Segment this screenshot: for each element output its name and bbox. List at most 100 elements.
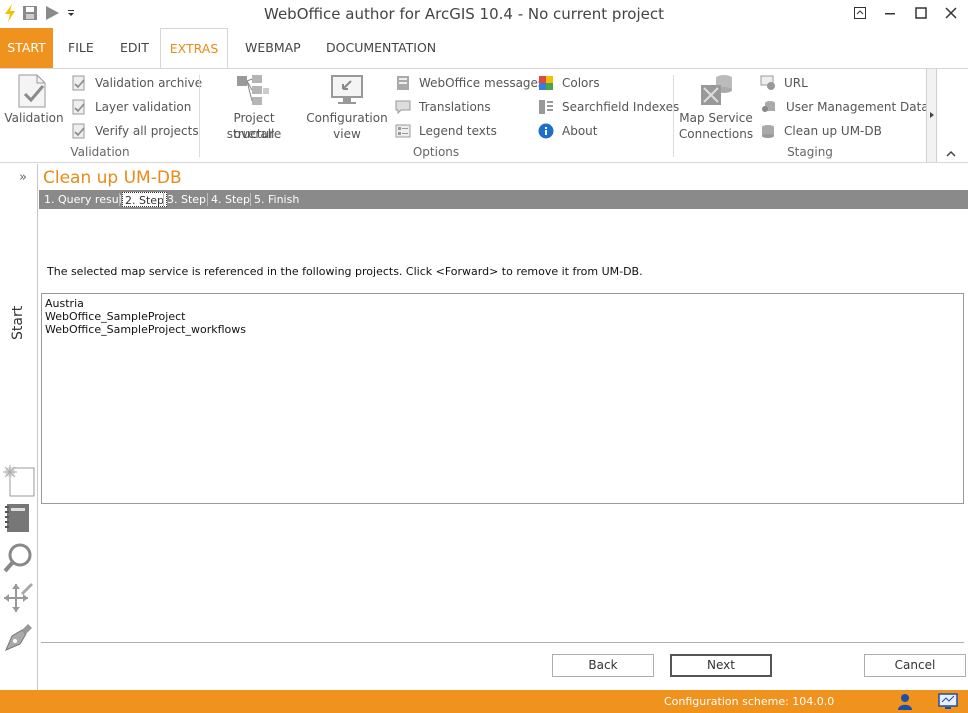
configuration-view-label-2: view bbox=[333, 127, 361, 141]
wizard-step-bar: 1. Query result 2. Step 3. Step 4. Step … bbox=[39, 190, 968, 209]
restore-ribbon-button[interactable] bbox=[845, 2, 875, 24]
collapse-ribbon-button[interactable] bbox=[942, 145, 960, 161]
verify-all-projects-item[interactable]: Verify all projects bbox=[71, 123, 199, 139]
tab-extras[interactable]: EXTRAS bbox=[160, 28, 228, 69]
ribbon: Validation Validation archive Layer vali… bbox=[0, 68, 968, 163]
colors-icon bbox=[538, 75, 554, 91]
sidebar-start-tab[interactable]: Start bbox=[8, 304, 28, 354]
step-2[interactable]: 2. Step bbox=[122, 192, 168, 207]
translations-item[interactable]: Translations bbox=[395, 99, 491, 115]
legend-texts-label: Legend texts bbox=[419, 124, 497, 138]
verify-all-projects-label: Verify all projects bbox=[95, 124, 199, 138]
cleanup-db-icon bbox=[760, 123, 776, 139]
list-item[interactable]: WebOffice_SampleProject_workflows bbox=[45, 323, 960, 336]
cancel-button[interactable]: Cancel bbox=[864, 654, 966, 677]
info-icon bbox=[538, 123, 554, 139]
user-icon[interactable] bbox=[897, 693, 913, 713]
weboffice-messages-label: WebOffice messages bbox=[419, 76, 545, 90]
list-item[interactable]: Austria bbox=[45, 297, 960, 310]
step-divider bbox=[207, 193, 208, 206]
validation-icon bbox=[17, 74, 49, 111]
ribbon-tabs: START FILE EDIT EXTRAS WEBMAP DOCUMENTAT… bbox=[0, 28, 968, 69]
layer-validation-label: Layer validation bbox=[95, 100, 192, 114]
searchfield-indexes-label: Searchfield Indexes bbox=[562, 100, 680, 114]
close-button[interactable] bbox=[936, 2, 966, 24]
configuration-view-icon bbox=[331, 74, 363, 109]
configuration-scheme-text: Configuration scheme: 104.0.0 bbox=[664, 695, 835, 708]
layer-validation-item[interactable]: Layer validation bbox=[71, 99, 191, 115]
search-icon[interactable] bbox=[2, 542, 34, 577]
divider bbox=[41, 642, 964, 643]
validation-archive-label: Validation archive bbox=[95, 76, 203, 90]
tab-edit[interactable]: EDIT bbox=[118, 28, 151, 68]
map-service-label-2: Connections bbox=[678, 127, 754, 141]
step-query-result[interactable]: 1. Query result bbox=[42, 192, 128, 207]
map-service-icon bbox=[700, 73, 734, 110]
step-3[interactable]: 3. Step bbox=[165, 192, 208, 207]
verify-icon bbox=[71, 123, 87, 139]
project-structure-label-2: overall bbox=[233, 127, 275, 141]
configuration-view-label-1: Configuration bbox=[306, 111, 388, 125]
page-title: Clean up UM-DB bbox=[43, 168, 182, 188]
monitor-icon[interactable] bbox=[938, 693, 958, 713]
user-management-database-item[interactable]: User Management Databas bbox=[760, 99, 927, 115]
status-bar: Configuration scheme: 104.0.0 bbox=[0, 690, 968, 713]
maximize-button[interactable] bbox=[906, 2, 936, 24]
project-list[interactable]: Austria WebOffice_SampleProject WebOffic… bbox=[41, 293, 964, 504]
layer-check-icon bbox=[71, 99, 87, 115]
tab-file[interactable]: FILE bbox=[66, 28, 96, 68]
back-button[interactable]: Back bbox=[552, 654, 654, 677]
new-document-icon[interactable] bbox=[2, 464, 36, 501]
legend-texts-item[interactable]: Legend texts bbox=[395, 123, 497, 139]
move-edit-icon[interactable] bbox=[2, 582, 34, 617]
tab-webmap[interactable]: WEBMAP bbox=[243, 28, 303, 68]
translations-icon bbox=[395, 99, 411, 115]
searchfield-icon bbox=[538, 99, 554, 115]
legend-icon bbox=[395, 123, 411, 139]
validation-big-label: Validation bbox=[4, 111, 64, 125]
map-service-label-1: Map Service bbox=[679, 111, 753, 125]
url-item[interactable]: URL bbox=[760, 75, 808, 91]
translations-label: Translations bbox=[419, 100, 491, 114]
messages-icon bbox=[395, 75, 411, 91]
weboffice-messages-item[interactable]: WebOffice messages bbox=[395, 75, 544, 91]
url-icon bbox=[760, 75, 776, 91]
step-finish[interactable]: 5. Finish bbox=[252, 192, 301, 207]
tab-start[interactable]: START bbox=[0, 28, 53, 68]
list-item[interactable]: WebOffice_SampleProject bbox=[45, 310, 960, 323]
step-4[interactable]: 4. Step bbox=[209, 192, 252, 207]
searchfield-indexes-item[interactable]: Searchfield Indexes bbox=[538, 99, 679, 115]
notebook-icon[interactable] bbox=[2, 502, 32, 537]
next-button[interactable]: Next bbox=[670, 654, 772, 677]
about-item[interactable]: About bbox=[538, 123, 597, 139]
ribbon-separator bbox=[199, 75, 200, 157]
archive-icon bbox=[71, 75, 87, 91]
clean-up-umdb-label: Clean up UM-DB bbox=[784, 124, 882, 138]
project-structure-icon bbox=[236, 74, 270, 109]
expand-sidebar-button[interactable]: » bbox=[19, 170, 33, 185]
about-label: About bbox=[562, 124, 598, 138]
window-title: WebOffice author for ArcGIS 10.4 - No cu… bbox=[264, 5, 664, 23]
tab-documentation[interactable]: DOCUMENTATION bbox=[324, 28, 438, 68]
options-group-label: Options bbox=[412, 145, 460, 159]
staging-group-label: Staging bbox=[787, 145, 833, 159]
ribbon-scroll-right-button[interactable] bbox=[926, 69, 937, 162]
validation-group-label: Validation bbox=[70, 145, 130, 159]
user-management-database-label: User Management Databas bbox=[786, 100, 927, 114]
colors-item[interactable]: Colors bbox=[538, 75, 600, 91]
colors-label: Colors bbox=[562, 76, 600, 90]
info-text: The selected map service is referenced i… bbox=[47, 265, 643, 278]
step-divider bbox=[250, 193, 251, 206]
clean-up-umdb-item[interactable]: Clean up UM-DB bbox=[760, 123, 882, 139]
step-divider bbox=[163, 193, 164, 206]
ribbon-separator bbox=[673, 75, 674, 157]
user-db-icon bbox=[760, 99, 776, 115]
left-sidebar: » Start bbox=[0, 164, 38, 690]
title-bar: WebOffice author for ArcGIS 10.4 - No cu… bbox=[0, 0, 968, 28]
sidebar-start-label: Start bbox=[10, 305, 26, 340]
validation-archive-item[interactable]: Validation archive bbox=[71, 75, 202, 91]
step-divider bbox=[119, 193, 120, 206]
minimize-button[interactable] bbox=[875, 2, 905, 24]
pen-tool-icon[interactable] bbox=[2, 622, 34, 657]
url-label: URL bbox=[784, 76, 808, 90]
